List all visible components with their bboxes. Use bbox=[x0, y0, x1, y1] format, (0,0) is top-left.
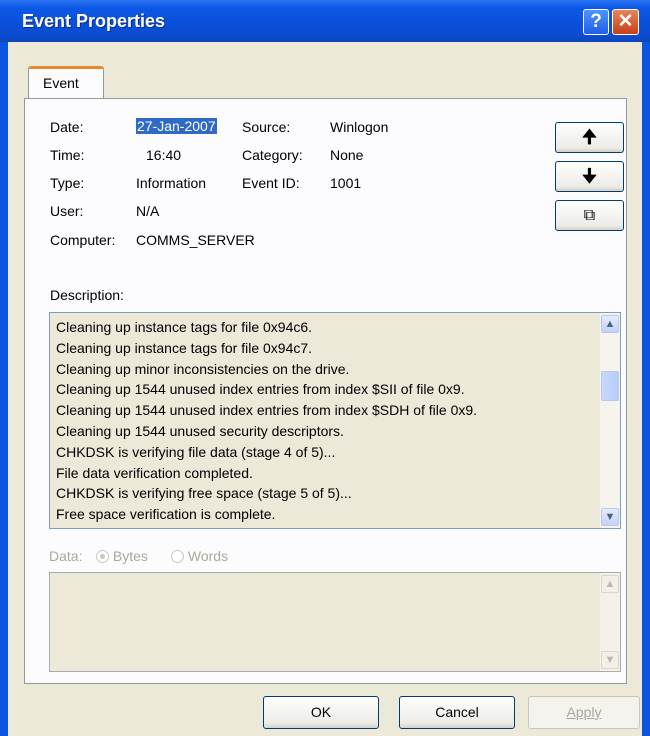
type-value: Information bbox=[136, 175, 207, 191]
close-icon: ✕ bbox=[617, 11, 634, 32]
data-label: Data: bbox=[49, 548, 82, 564]
description-line: Cleaning up 1544 unused index entries fr… bbox=[56, 381, 465, 398]
type-label: Type: bbox=[50, 175, 85, 191]
source-label: Source: bbox=[242, 119, 291, 135]
help-icon: ? bbox=[590, 11, 602, 32]
category-label: Category: bbox=[242, 147, 303, 163]
words-radio-label: Words bbox=[187, 548, 229, 564]
data-scroll-up-icon[interactable]: ▲ bbox=[601, 575, 619, 593]
description-scrollbar[interactable]: ▲ ▼ bbox=[600, 313, 620, 528]
data-scrollbar[interactable]: ▲ ▼ bbox=[600, 573, 620, 671]
description-line: Free space verification is complete. bbox=[56, 506, 276, 523]
data-label-text: Data: bbox=[49, 548, 83, 564]
description-textbox[interactable]: Cleaning up instance tags for file 0x94c… bbox=[49, 312, 621, 529]
copy-button[interactable]: ⧉ bbox=[555, 200, 624, 231]
ok-button[interactable]: OK bbox=[263, 696, 379, 729]
computer-value: COMMS_SERVER bbox=[136, 232, 255, 248]
source-value: Winlogon bbox=[330, 119, 389, 135]
time-value: 16:40 bbox=[146, 147, 182, 163]
tab-event[interactable]: Event bbox=[28, 66, 104, 99]
description-line: Cleaning up instance tags for file 0x94c… bbox=[56, 319, 313, 335]
scroll-up-icon[interactable]: ▲ bbox=[601, 315, 619, 333]
arrow-up-icon: 🠉 bbox=[582, 127, 597, 147]
next-event-button[interactable]: 🠋 bbox=[555, 161, 624, 192]
event-properties-window: Event Properties ? ✕ Event Date: 27-Jan-… bbox=[0, 0, 650, 736]
ok-button-label: OK bbox=[310, 704, 332, 720]
arrow-down-icon: 🠋 bbox=[582, 166, 597, 186]
window-title: Event Properties bbox=[22, 11, 166, 31]
description-line: File data verification completed. bbox=[56, 464, 253, 481]
apply-button-label: Apply bbox=[566, 704, 602, 720]
user-label: User: bbox=[50, 203, 84, 219]
title-bar[interactable]: Event Properties ? ✕ bbox=[0, 0, 650, 42]
previous-event-button[interactable]: 🠉 bbox=[555, 122, 624, 153]
radio-unselected-icon bbox=[171, 550, 184, 563]
apply-button[interactable]: Apply bbox=[528, 696, 640, 729]
cancel-button-label: Cancel bbox=[435, 704, 479, 720]
close-button[interactable]: ✕ bbox=[612, 9, 639, 35]
event-id-value: 1001 bbox=[330, 175, 362, 191]
description-line: Cleaning up instance tags for file 0x94c… bbox=[56, 339, 313, 356]
description-line: Cleaning up 1544 unused security descrip… bbox=[56, 423, 344, 439]
bytes-radio-label: Bytes bbox=[112, 548, 148, 564]
tab-event-label: Event bbox=[43, 75, 79, 91]
radio-selected-icon bbox=[96, 550, 109, 563]
scroll-down-icon[interactable]: ▼ bbox=[601, 508, 619, 526]
description-line: CHKDSK is verifying file data (stage 4 o… bbox=[56, 443, 336, 460]
event-id-label: Event ID: bbox=[242, 175, 300, 191]
description-line: Cleaning up 1544 unused index entries fr… bbox=[56, 402, 478, 419]
data-scroll-down-icon[interactable]: ▼ bbox=[601, 651, 619, 669]
copy-icon: ⧉ bbox=[583, 207, 596, 224]
dialog-client-area: Event Date: 27-Jan-2007 Source: Winlogon… bbox=[8, 42, 642, 736]
cancel-button[interactable]: Cancel bbox=[399, 696, 515, 729]
words-radio[interactable]: Words bbox=[171, 548, 228, 564]
scroll-thumb[interactable] bbox=[601, 371, 619, 401]
data-textbox[interactable]: ▲ ▼ bbox=[49, 572, 621, 672]
category-value: None bbox=[330, 147, 364, 163]
bytes-radio[interactable]: Bytes bbox=[96, 548, 148, 564]
date-value[interactable]: 27-Jan-2007 bbox=[136, 118, 217, 134]
computer-label: Computer: bbox=[50, 232, 116, 248]
description-line: CHKDSK is verifying free space (stage 5 … bbox=[56, 485, 352, 502]
description-line: Cleaning up minor inconsistencies on the… bbox=[56, 360, 350, 377]
time-label: Time: bbox=[50, 147, 85, 163]
help-button[interactable]: ? bbox=[583, 9, 609, 35]
date-label: Date: bbox=[50, 119, 84, 135]
user-value: N/A bbox=[136, 203, 160, 219]
description-label: Description: bbox=[50, 287, 124, 303]
